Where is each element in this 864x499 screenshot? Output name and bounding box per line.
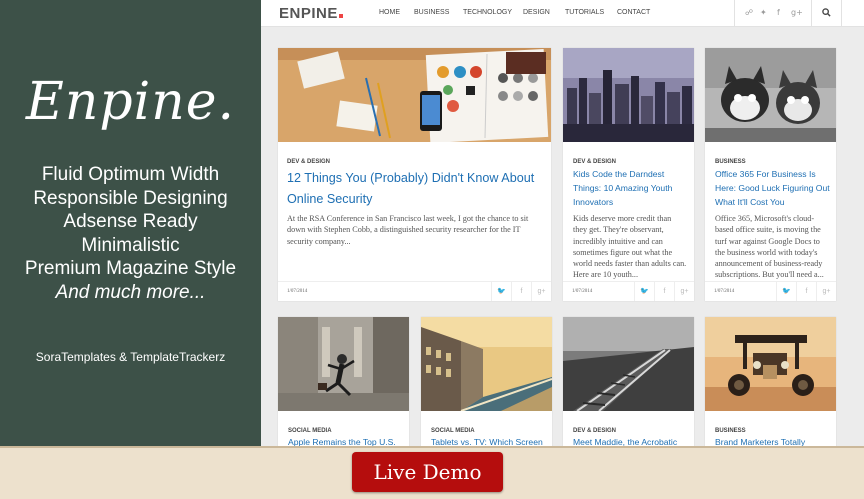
feature-more: And much more...	[55, 281, 206, 303]
live-demo-button[interactable]: Live Demo	[352, 452, 503, 492]
top-navbar: ENPINE HOME BUSINESS TECHNOLOGY DESIGN T…	[261, 0, 864, 27]
post-category[interactable]: BUSINESS	[715, 159, 746, 165]
feature-item: Fluid Optimum Width	[41, 164, 220, 185]
post-title[interactable]: Apple Remains the Top U.S.	[288, 435, 406, 446]
google-plus-icon[interactable]: g+	[791, 8, 803, 17]
post-date: 1/07/2014	[572, 289, 593, 294]
post-excerpt: Office 365, Microsoft's cloud-based offi…	[715, 214, 824, 280]
post-title[interactable]: Office 365 For Business Is Here: Good Lu…	[715, 167, 833, 209]
facebook-icon[interactable]: f	[777, 8, 780, 17]
google-plus-share-icon[interactable]: g+	[816, 282, 836, 301]
promo-logo: Enpine.	[25, 72, 236, 132]
twitter-share-icon[interactable]: 🐦	[776, 282, 796, 301]
search-button[interactable]	[812, 0, 842, 27]
twitter-share-icon[interactable]: 🐦	[634, 282, 654, 301]
post-card: BUSINESS Brand Marketers Totally	[705, 317, 836, 446]
post-date: 1/07/2014	[714, 289, 735, 294]
post-image[interactable]	[563, 317, 694, 411]
facebook-share-icon[interactable]: f	[796, 282, 816, 301]
post-title[interactable]: Meet Maddie, the Acrobatic	[573, 435, 691, 446]
post-date: 1/07/2014	[287, 289, 308, 294]
site-preview: ENPINE HOME BUSINESS TECHNOLOGY DESIGN T…	[261, 0, 864, 446]
facebook-share-icon[interactable]: f	[654, 282, 674, 301]
nav-home[interactable]: HOME	[379, 9, 400, 16]
nav-contact[interactable]: CONTACT	[617, 9, 650, 16]
post-title[interactable]: Kids Code the Darndest Things: 10 Amazin…	[573, 167, 691, 209]
promo-credit: SoraTemplates & TemplateTrackerz	[35, 350, 226, 364]
post-image[interactable]	[278, 48, 551, 142]
post-card: DEV & DESIGN 12 Things You (Probably) Di…	[278, 48, 551, 301]
nav-tutorials[interactable]: TUTORIALS	[565, 9, 604, 16]
post-card: DEV & DESIGN Meet Maddie, the Acrobatic	[563, 317, 694, 446]
site-brand[interactable]: ENPINE	[279, 5, 343, 22]
post-card: DEV & DESIGN Kids Code the Darndest Thin…	[563, 48, 694, 301]
post-category[interactable]: DEV & DESIGN	[573, 159, 616, 165]
post-image[interactable]	[705, 317, 836, 411]
nav-technology[interactable]: TECHNOLOGY	[463, 9, 512, 16]
facebook-share-icon[interactable]: f	[511, 282, 531, 301]
google-plus-share-icon[interactable]: g+	[531, 282, 551, 301]
google-plus-share-icon[interactable]: g+	[674, 282, 694, 301]
post-category[interactable]: DEV & DESIGN	[573, 428, 616, 434]
post-category[interactable]: DEV & DESIGN	[287, 159, 330, 165]
post-card: SOCIAL MEDIA Apple Remains the Top U.S.	[278, 317, 409, 446]
feature-item: Minimalistic	[81, 234, 180, 256]
social-icons: ☍ ✦ f g+	[734, 0, 812, 27]
post-excerpt: At the RSA Conference in San Francisco l…	[287, 214, 529, 246]
feature-list: Fluid Optimum Width Responsible Designin…	[0, 163, 261, 304]
post-footer: 1/07/2014 🐦 f g+	[705, 281, 836, 301]
post-card: SOCIAL MEDIA Tablets vs. TV: Which Scree…	[421, 317, 552, 446]
feature-item: Adsense Ready	[63, 211, 198, 232]
post-excerpt: Kids deserve more credit than they get. …	[573, 214, 687, 280]
feature-item: Responsible Designing	[33, 187, 228, 209]
post-card: BUSINESS Office 365 For Business Is Here…	[705, 48, 836, 301]
post-category[interactable]: SOCIAL MEDIA	[431, 428, 475, 434]
post-footer: 1/07/2014 🐦 f g+	[278, 281, 551, 301]
post-title[interactable]: 12 Things You (Probably) Didn't Know Abo…	[287, 168, 542, 210]
twitter-icon[interactable]: ✦	[760, 8, 767, 17]
post-category[interactable]: SOCIAL MEDIA	[288, 428, 332, 434]
rss-icon[interactable]: ☍	[745, 8, 753, 17]
post-title[interactable]: Tablets vs. TV: Which Screen	[431, 435, 549, 446]
post-title[interactable]: Brand Marketers Totally	[715, 435, 833, 446]
post-footer: 1/07/2014 🐦 f g+	[563, 281, 694, 301]
promo-panel: Enpine. Fluid Optimum Width Responsible …	[0, 0, 261, 446]
feature-item: Premium Magazine Style	[24, 258, 237, 279]
search-icon	[822, 8, 831, 17]
post-image[interactable]	[421, 317, 552, 411]
nav-design[interactable]: DESIGN	[523, 9, 550, 16]
post-image[interactable]	[278, 317, 409, 411]
brand-dot	[338, 14, 343, 18]
twitter-share-icon[interactable]: 🐦	[491, 282, 511, 301]
post-image[interactable]	[705, 48, 836, 142]
post-category[interactable]: BUSINESS	[715, 428, 746, 434]
nav-business[interactable]: BUSINESS	[414, 9, 449, 16]
post-image[interactable]	[563, 48, 694, 142]
